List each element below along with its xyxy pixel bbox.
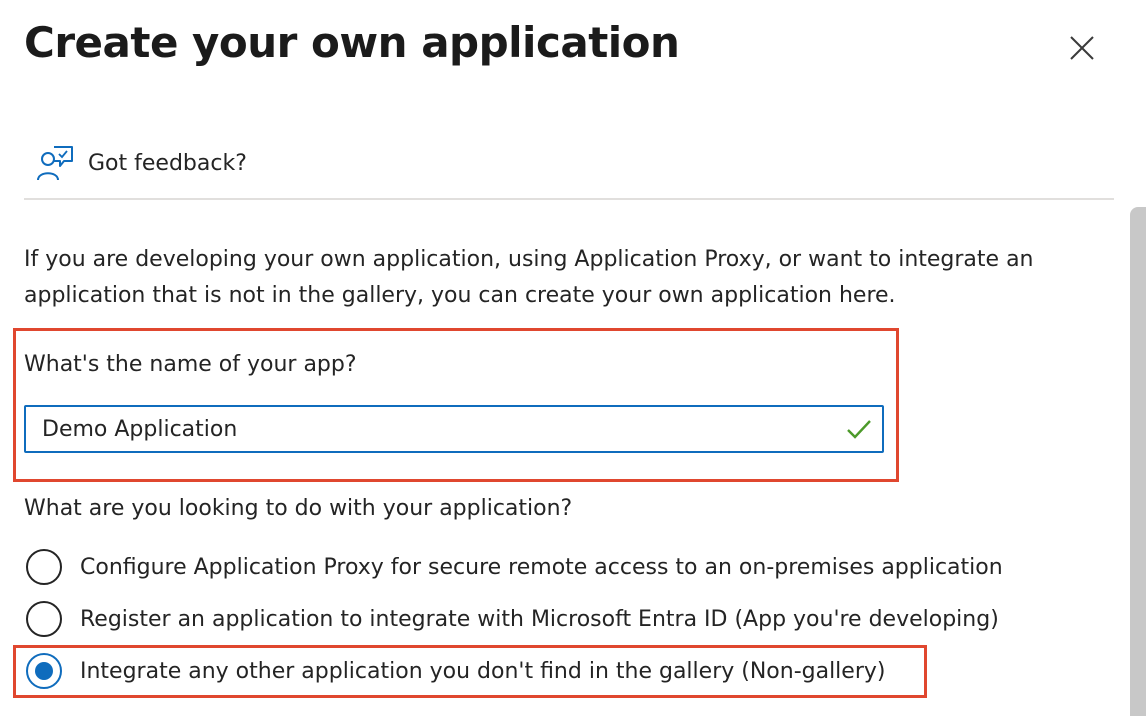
- option-label: Configure Application Proxy for secure r…: [80, 554, 1003, 580]
- option-non-gallery[interactable]: Integrate any other application you don'…: [26, 651, 885, 691]
- radio-button[interactable]: [26, 601, 62, 637]
- intro-text: If you are developing your own applicati…: [24, 247, 1034, 308]
- app-name-field[interactable]: [24, 405, 884, 453]
- feedback-button[interactable]: Got feedback?: [36, 140, 247, 186]
- radio-button[interactable]: [26, 549, 62, 585]
- option-label: Register an application to integrate wit…: [80, 606, 999, 632]
- feedback-label: Got feedback?: [88, 150, 247, 176]
- app-name-label: What's the name of your app?: [24, 352, 357, 377]
- create-application-dialog: Create your own application Got feedback…: [0, 0, 1146, 716]
- feedback-person-icon: [37, 146, 73, 181]
- radio-dot: [35, 662, 53, 680]
- app-name-input[interactable]: [26, 407, 826, 451]
- option-label: Integrate any other application you don'…: [80, 658, 886, 684]
- checkmark-icon: [847, 420, 871, 439]
- divider: [24, 198, 1114, 200]
- close-icon: [1070, 36, 1094, 60]
- dialog-title: Create your own application: [24, 18, 680, 67]
- purpose-question: What are you looking to do with your app…: [24, 496, 573, 521]
- close-button[interactable]: [1062, 28, 1102, 68]
- radio-button-selected[interactable]: [26, 653, 62, 689]
- scrollbar[interactable]: [1130, 207, 1146, 716]
- option-register-app[interactable]: Register an application to integrate wit…: [26, 599, 999, 639]
- option-application-proxy[interactable]: Configure Application Proxy for secure r…: [26, 547, 1003, 587]
